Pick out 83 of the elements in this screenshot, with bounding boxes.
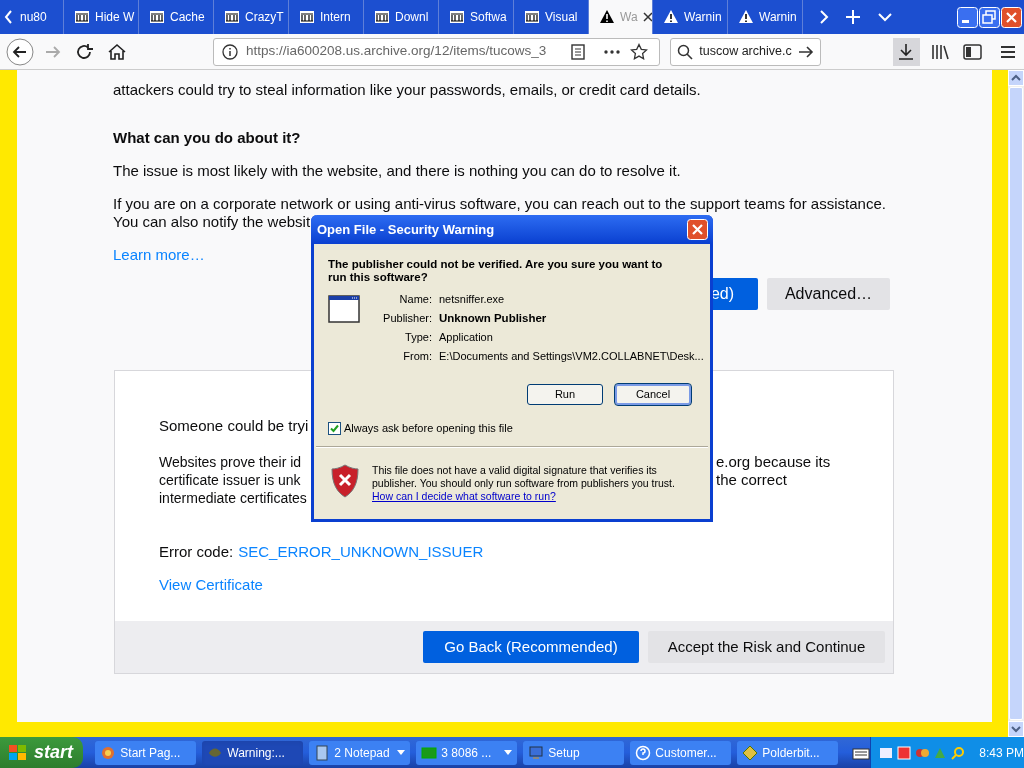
- windows-flag-icon: [8, 743, 28, 762]
- checkbox[interactable]: [328, 421, 341, 435]
- search-icon: [677, 43, 694, 60]
- error-code-label: Error code:: [159, 543, 234, 561]
- view-certificate-link[interactable]: View Certificate: [159, 576, 263, 594]
- paragraph: If you are on a corporate network or using anti-virus software, you can reach out to the support teams for assistance.: [113, 195, 887, 213]
- clock: 8:43 PM: [979, 744, 1024, 762]
- minimize-icon[interactable]: [957, 6, 978, 28]
- field-value: netsniffer.exe: [439, 293, 506, 305]
- paragraph: certificate issuer is unk: [159, 471, 301, 489]
- dialog-question: The publisher could not be verified. Are you sure you want to run this software?: [328, 258, 664, 284]
- paragraph: Someone could be tryi: [159, 417, 309, 435]
- building-icon: [299, 9, 315, 25]
- app-icon: [421, 744, 438, 761]
- field-label: Name:: [398, 293, 432, 305]
- browser-tab[interactable]: nu80: [18, 0, 64, 34]
- taskbar-button[interactable]: Polderbit...: [737, 740, 839, 765]
- learn-more-link[interactable]: Learn more…: [113, 246, 205, 264]
- app-icon: [100, 744, 117, 761]
- accept-risk-button[interactable]: Accept the Risk and Continue: [648, 631, 885, 664]
- go-back-button[interactable]: Go Back (Recommended): [423, 631, 639, 664]
- taskbar-button[interactable]: Customer...: [630, 740, 732, 765]
- paragraph: the correct: [716, 471, 787, 489]
- computer-icon: [528, 744, 545, 761]
- field-label: Type:: [404, 331, 432, 343]
- caret-icon: [504, 749, 513, 756]
- field-value: Unknown Publisher: [439, 312, 548, 324]
- back-icon[interactable]: [5, 36, 35, 67]
- field-label: From:: [402, 350, 432, 362]
- warning-icon: [599, 9, 615, 25]
- taskbar-button[interactable]: 3 8086 ...: [416, 740, 518, 765]
- app-icon: [742, 744, 759, 761]
- go-arrow-icon[interactable]: [797, 43, 814, 60]
- taskbar-button[interactable]: 2 Notepad: [309, 740, 411, 765]
- restore-icon[interactable]: [979, 6, 1000, 28]
- paragraph: You can also notify the websit: [113, 213, 311, 231]
- scroll-down-icon: [1008, 721, 1024, 737]
- warning-text: This file does not have a valid digital signature that verifies its publisher. You should only run software from publishers you trust.: [372, 463, 676, 490]
- heading: What can you do about it?: [113, 129, 302, 147]
- error-code-link[interactable]: SEC_ERROR_UNKNOWN_ISSUER: [238, 543, 484, 561]
- paragraph: The issue is most likely with the website, and there is nothing you can do to resolve it.: [113, 162, 682, 180]
- field-label: Publisher:: [382, 312, 432, 324]
- downloads-button[interactable]: [892, 37, 920, 66]
- caret-icon: [397, 749, 406, 756]
- address-bar[interactable]: https://ia600208.us.archive.org/12/items/tucows_3: [213, 37, 661, 66]
- warning-icon: [738, 9, 754, 25]
- field-value: E:\Documents and Settings\VM2.COLLABNET\Desk...: [439, 350, 704, 362]
- checkbox-label: Always ask before opening this file: [344, 421, 513, 436]
- building-icon: [74, 9, 90, 25]
- notepad-icon: [314, 744, 331, 761]
- run-button[interactable]: Run: [527, 384, 603, 405]
- taskbar-button[interactable]: Warning:...: [202, 740, 304, 765]
- help-link[interactable]: How can I decide what software to run?: [372, 489, 556, 503]
- taskbar-button[interactable]: Start Pag...: [95, 740, 197, 765]
- scrollbar-thumb[interactable]: [1009, 87, 1023, 720]
- close-icon[interactable]: [642, 12, 652, 22]
- paragraph: e.org because its: [716, 453, 831, 471]
- info-icon: [222, 43, 238, 60]
- building-icon: [449, 9, 465, 25]
- building-icon: [374, 9, 390, 25]
- library-icon[interactable]: [930, 42, 952, 61]
- help-icon: [635, 744, 652, 761]
- building-icon: [524, 9, 540, 25]
- search-field[interactable]: tuscow archive.c: [670, 37, 821, 66]
- start-button[interactable]: start: [0, 737, 84, 768]
- dialog-title: Open File - Security Warning: [317, 220, 495, 239]
- cancel-button[interactable]: Cancel: [615, 384, 691, 405]
- field-value: Application: [439, 331, 494, 343]
- bookmark-star-icon[interactable]: [630, 42, 648, 61]
- sidebar-icon[interactable]: [962, 42, 984, 61]
- paragraph: attackers could try to steal information like your passwords, emails, or credit card details.: [113, 81, 702, 99]
- download-icon: [897, 42, 916, 61]
- paragraph: Websites prove their id: [159, 453, 302, 471]
- warning-icon: [663, 9, 679, 25]
- taskbar-button[interactable]: Setup: [523, 740, 625, 765]
- paragraph: intermediate certificates: [159, 489, 307, 507]
- reader-view-icon[interactable]: [570, 43, 586, 60]
- building-icon: [149, 9, 165, 25]
- building-icon: [224, 9, 240, 25]
- tray-icon[interactable]: [879, 745, 894, 760]
- advanced-button[interactable]: Advanced…: [767, 278, 890, 310]
- scrollbar[interactable]: [1008, 70, 1024, 737]
- application-window-icon: [328, 295, 360, 323]
